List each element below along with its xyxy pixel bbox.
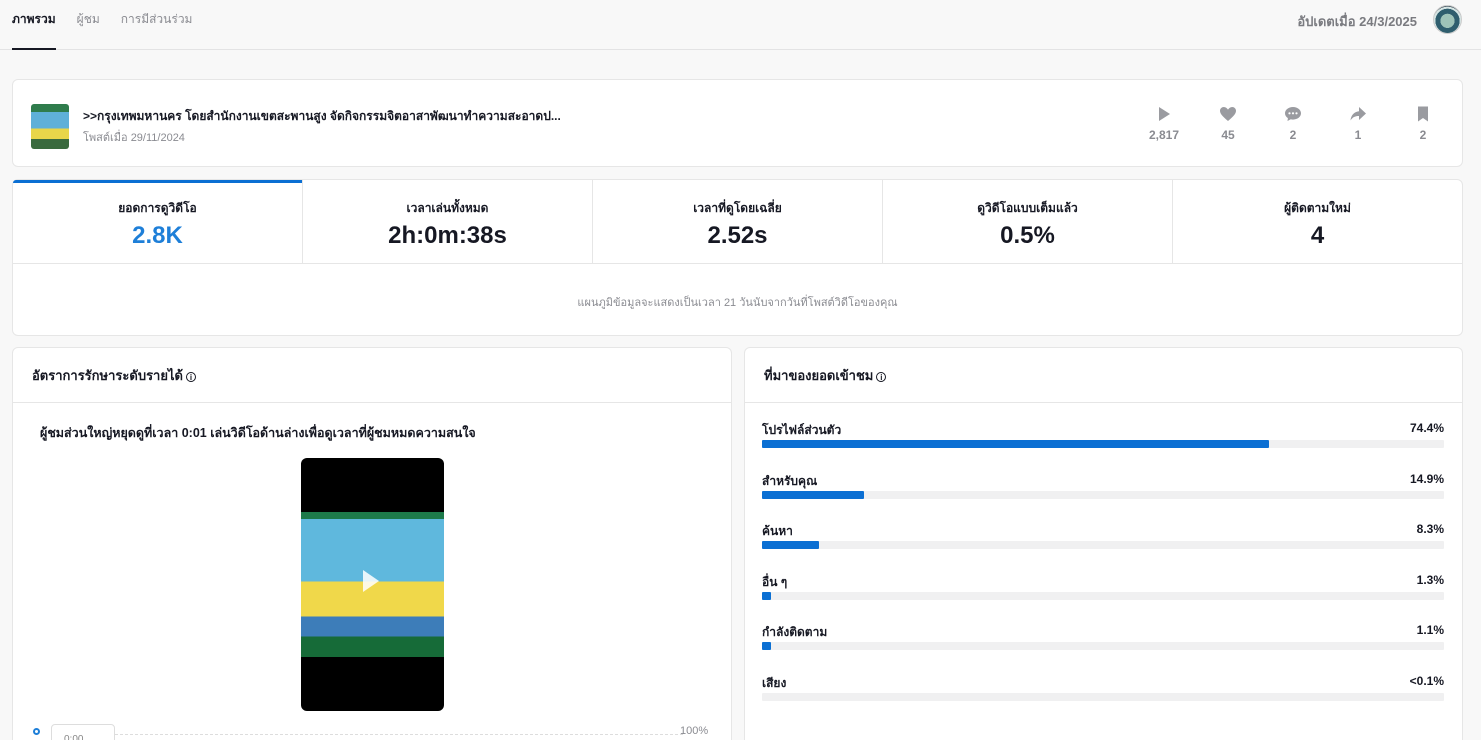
saves-stat: 2 [1393, 104, 1453, 142]
traffic-sources-card: ที่มาของยอดเข้าชม i โปรไฟล์ส่วนตัว 74.4% สำ… [744, 347, 1463, 740]
metric-new-followers[interactable]: ผู้ติดตามใหม่ 4 [1173, 180, 1462, 263]
post-thumbnail[interactable] [31, 104, 69, 149]
views-count: 2,817 [1148, 128, 1180, 142]
play-icon[interactable] [363, 570, 379, 592]
shares-count: 1 [1354, 128, 1362, 142]
metric-value: 2.8K [132, 222, 183, 249]
source-bar-fill [762, 490, 864, 499]
source-bar-track [762, 490, 1444, 499]
updated-date: อัปเดตเมื่อ 24/3/2025 [1297, 14, 1417, 29]
source-bar-track [762, 642, 1444, 651]
metric-value: 2h:0m:38s [388, 222, 507, 249]
info-icon[interactable]: i [876, 371, 887, 382]
source-name: สำหรับคุณ [762, 473, 818, 488]
metric-watched-full-video[interactable]: ดูวิดีโอแบบเต็มแล้ว 0.5% [883, 180, 1173, 263]
retention-description: ผู้ชมส่วนใหญ่หยุดดูที่เวลา 0:01 เล่นวิดี… [40, 426, 476, 440]
metric-label: ผู้ติดตามใหม่ [1284, 201, 1351, 215]
source-bar-fill [762, 642, 771, 651]
comment-icon [1285, 107, 1301, 121]
sources-title: ที่มาของยอดเข้าชม [764, 368, 874, 383]
source-percent: <0.1% [1409, 674, 1444, 688]
video-frame [301, 512, 444, 657]
source-bar-track [762, 693, 1444, 701]
info-icon[interactable]: i [185, 371, 196, 382]
source-row: เสียง <0.1% [762, 674, 1444, 701]
metric-label: ยอดการดูวิดีโอ [118, 201, 197, 215]
heart-icon [1220, 107, 1236, 121]
source-name: เสียง [762, 676, 787, 690]
comments-stat: 2 [1263, 104, 1323, 142]
source-bar-fill [762, 591, 771, 600]
metric-video-views[interactable]: ยอดการดูวิดีโอ 2.8K [13, 180, 303, 263]
source-row: กำลังติดตาม 1.1% [762, 623, 1444, 651]
post-date: โพสต์เมื่อ 29/11/2024 [83, 132, 185, 144]
source-bar-track [762, 591, 1444, 600]
source-row: ค้นหา 8.3% [762, 522, 1444, 550]
shares-stat: 1 [1328, 104, 1388, 142]
bookmark-icon [1418, 106, 1428, 122]
metric-total-play-time[interactable]: เวลาเล่นทั้งหมด 2h:0m:38s [303, 180, 593, 263]
post-card: >>กรุงเทพมหานคร โดยสำนักงานเขตสะพานสูง จ… [12, 79, 1463, 167]
sources-header: ที่มาของยอดเข้าชม i [745, 348, 1462, 403]
chart-note: แผนภูมิข้อมูลจะแสดงเป็นเวลา 21 วันนับจาก… [577, 297, 898, 309]
source-percent: 1.3% [1416, 572, 1444, 587]
source-row: อื่น ๆ 1.3% [762, 572, 1444, 600]
tab-viewers[interactable]: ผู้ชม [77, 0, 100, 50]
source-row: โปรไฟล์ส่วนตัว 74.4% [762, 421, 1444, 448]
retention-header: อัตราการรักษาระดับรายได้ i [13, 348, 731, 403]
metrics-card: ยอดการดูวิดีโอ 2.8K เวลาเล่นทั้งหมด 2h:0… [12, 179, 1463, 336]
metric-value: 2.52s [707, 222, 768, 249]
retention-card: อัตราการรักษาระดับรายได้ i ผู้ชมส่วนใหญ่ห… [12, 347, 732, 740]
metric-label: เวลาที่ดูโดยเฉลี่ย [693, 201, 782, 215]
time-input[interactable]: 0:00 [51, 724, 115, 740]
metric-label: เวลาเล่นทั้งหมด [406, 201, 489, 215]
avatar[interactable] [1433, 5, 1462, 34]
source-name: ค้นหา [762, 524, 793, 539]
saves-count: 2 [1419, 128, 1427, 142]
likes-count: 45 [1221, 128, 1235, 142]
source-row: สำหรับคุณ 14.9% [762, 471, 1444, 499]
retention-gridline [115, 734, 683, 735]
source-bar-fill [762, 440, 1270, 448]
metric-label: ดูวิดีโอแบบเต็มแล้ว [977, 201, 1078, 215]
metric-average-watch-time[interactable]: เวลาที่ดูโดยเฉลี่ย 2.52s [593, 180, 883, 263]
source-name: อื่น ๆ [762, 574, 788, 589]
source-bar-track [762, 440, 1444, 448]
retention-title: อัตราการรักษาระดับรายได้ [32, 368, 183, 383]
retention-pct-label: 100% [680, 725, 709, 737]
post-title[interactable]: >>กรุงเทพมหานคร โดยสำนักงานเขตสะพานสูง จ… [83, 107, 561, 126]
source-percent: 1.1% [1416, 623, 1444, 638]
tab-engagement[interactable]: การมีส่วนร่วม [121, 0, 193, 50]
comments-count: 2 [1289, 128, 1297, 142]
top-bar: ภาพรวม ผู้ชม การมีส่วนร่วม อัปเดตเมื่อ 2… [0, 0, 1481, 50]
analytics-tabs: ภาพรวม ผู้ชม การมีส่วนร่วม [12, 0, 213, 50]
source-bar-fill [762, 541, 819, 550]
video-player[interactable] [301, 458, 444, 711]
source-percent: 8.3% [1416, 522, 1444, 537]
source-bar-track [762, 541, 1444, 550]
source-percent: 14.9% [1409, 471, 1444, 486]
source-name: กำลังติดตาม [762, 625, 828, 640]
share-icon [1350, 107, 1366, 121]
timeline-marker[interactable] [33, 728, 40, 735]
views-stat: 2,817 [1134, 104, 1194, 142]
likes-stat: 45 [1198, 104, 1258, 142]
metric-value: 4 [1310, 222, 1325, 249]
source-percent: 74.4% [1409, 421, 1444, 435]
metric-value: 0.5% [1000, 222, 1055, 249]
tab-overview[interactable]: ภาพรวม [12, 0, 56, 50]
play-icon [1159, 107, 1170, 121]
metric-tabs: ยอดการดูวิดีโอ 2.8K เวลาเล่นทั้งหมด 2h:0… [13, 180, 1462, 264]
source-name: โปรไฟล์ส่วนตัว [762, 423, 842, 437]
